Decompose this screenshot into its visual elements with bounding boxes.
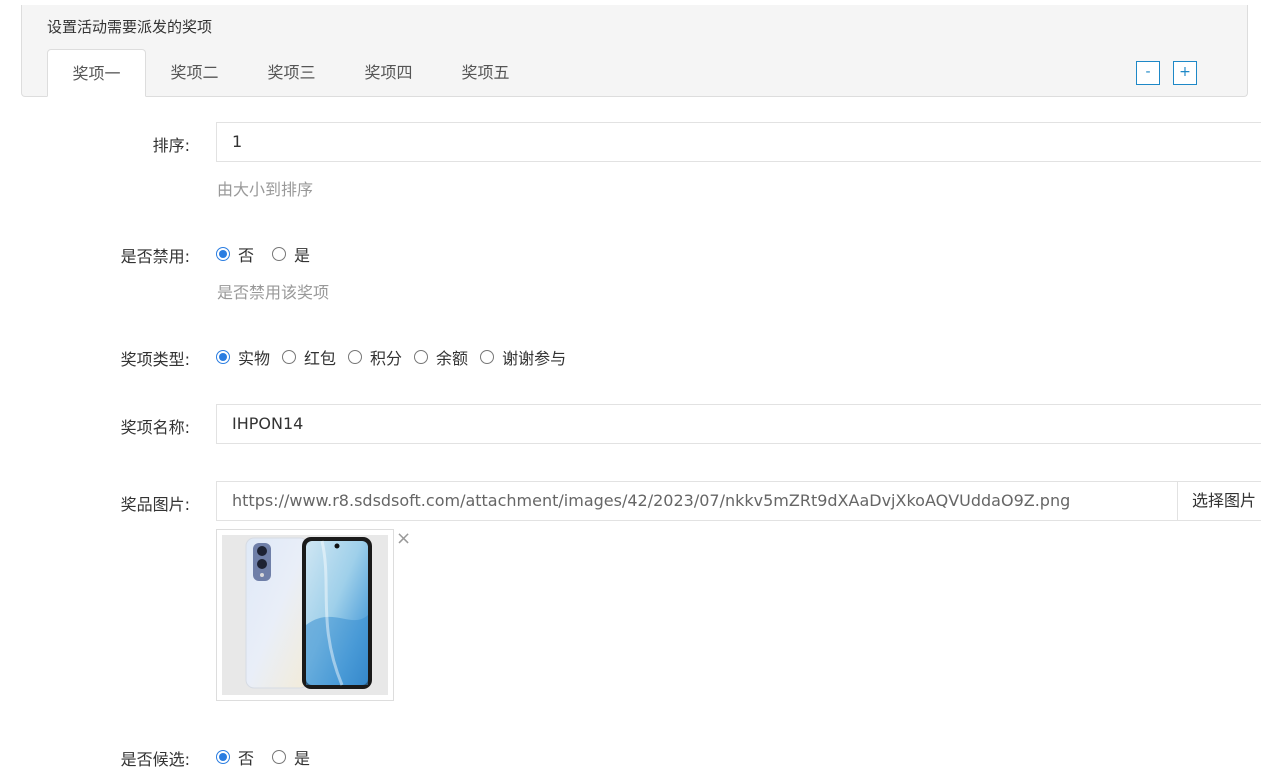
prize-type-label: 奖项类型: bbox=[120, 350, 190, 369]
disabled-yes-label[interactable]: 是 bbox=[294, 242, 310, 266]
tab-prize-1[interactable]: 奖项一 bbox=[47, 49, 146, 97]
disabled-no-label[interactable]: 否 bbox=[238, 242, 254, 266]
candidate-no-radio[interactable] bbox=[216, 750, 230, 764]
prize-image-thumbnail bbox=[216, 529, 394, 701]
prize-type-redpacket-label[interactable]: 红包 bbox=[304, 345, 336, 369]
prize-name-label: 奖项名称: bbox=[120, 418, 190, 437]
prize-image-label: 奖品图片: bbox=[120, 495, 190, 514]
candidate-yes-radio[interactable] bbox=[272, 750, 287, 764]
prize-type-thanks-radio[interactable] bbox=[480, 350, 495, 364]
prize-type-redpacket-radio[interactable] bbox=[282, 350, 297, 364]
prize-type-thanks-label[interactable]: 谢谢参与 bbox=[502, 345, 566, 369]
prize-settings-panel: 设置活动需要派发的奖项 奖项一 奖项二 奖项三 奖项四 奖项五 - + bbox=[21, 5, 1248, 97]
prize-type-points-radio[interactable] bbox=[348, 350, 363, 364]
tab-prize-5[interactable]: 奖项五 bbox=[437, 49, 534, 97]
remove-prize-button[interactable]: - bbox=[1136, 61, 1160, 85]
prize-image-url-input[interactable]: https://www.r8.sdsdsoft.com/attachment/i… bbox=[216, 481, 1178, 521]
sort-help-text: 由大小到排序 bbox=[217, 180, 314, 199]
phone-image bbox=[222, 535, 388, 695]
prize-type-balance-radio[interactable] bbox=[414, 350, 429, 364]
disabled-radio-group: 否 是 bbox=[216, 243, 328, 265]
disabled-label: 是否禁用: bbox=[120, 247, 190, 266]
disabled-yes-radio[interactable] bbox=[272, 247, 287, 261]
prize-type-physical-radio[interactable] bbox=[216, 350, 230, 364]
candidate-yes-label[interactable]: 是 bbox=[294, 745, 310, 769]
panel-title: 设置活动需要派发的奖项 bbox=[47, 18, 213, 36]
prize-type-balance-label[interactable]: 余额 bbox=[436, 345, 468, 369]
candidate-radio-group: 否 是 bbox=[216, 746, 328, 768]
tab-prize-2[interactable]: 奖项二 bbox=[146, 49, 243, 97]
select-image-button[interactable]: 选择图片 bbox=[1177, 481, 1261, 521]
sort-label: 排序: bbox=[152, 136, 190, 155]
prize-name-input[interactable]: IHPON14 bbox=[216, 404, 1261, 444]
prize-type-points-label[interactable]: 积分 bbox=[370, 345, 402, 369]
sort-input[interactable]: 1 bbox=[216, 122, 1261, 162]
prize-type-physical-label[interactable]: 实物 bbox=[238, 345, 270, 369]
candidate-no-label[interactable]: 否 bbox=[238, 745, 254, 769]
tab-prize-4[interactable]: 奖项四 bbox=[340, 49, 437, 97]
disabled-no-radio[interactable] bbox=[216, 247, 230, 261]
disabled-help-text: 是否禁用该奖项 bbox=[217, 283, 330, 302]
remove-image-icon[interactable]: × bbox=[396, 530, 411, 548]
prize-type-radio-group: 实物 红包 积分 余额 谢谢参与 bbox=[216, 346, 584, 368]
add-prize-button[interactable]: + bbox=[1173, 61, 1197, 85]
tab-prize-3[interactable]: 奖项三 bbox=[243, 49, 340, 97]
candidate-label: 是否候选: bbox=[120, 750, 190, 769]
